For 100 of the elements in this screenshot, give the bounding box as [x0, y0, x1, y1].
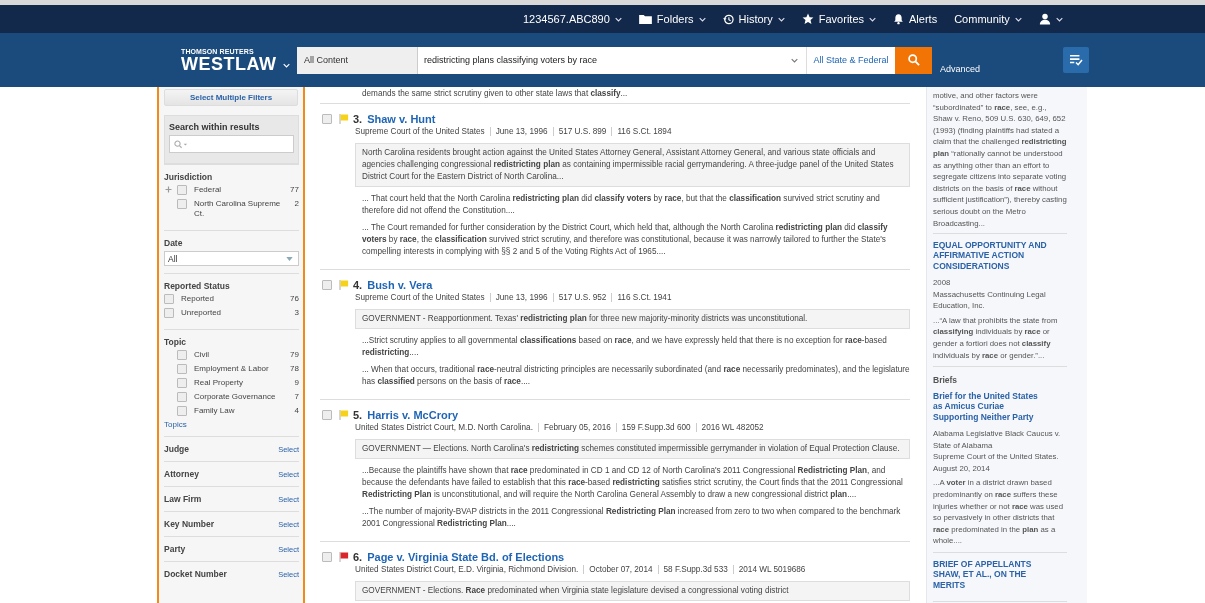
filter-option[interactable]: Reported — [181, 294, 287, 304]
select-multiple-filters-button[interactable]: Select Multiple Filters — [164, 89, 298, 106]
advanced-search-link[interactable]: Advanced — [940, 64, 981, 74]
search-within-field[interactable] — [169, 135, 294, 153]
result-count: 2 — [294, 199, 299, 209]
citation-detail: United States District Court, M.D. North Carolina. — [355, 423, 533, 432]
checklist-button[interactable] — [1063, 47, 1090, 73]
citation-detail: 58 F.Supp.3d 533 — [657, 565, 728, 574]
filter-option[interactable]: Civil — [194, 350, 287, 360]
facet-title: Docket Number — [164, 569, 227, 579]
dropdown-arrow-icon — [286, 256, 293, 261]
result-summary: North Carolina residents brought action against the United States Attorney General, Assistant Attorney General, and various state officials and agencies challenging congressional redistricting plan as containing impermissible racial gerrymandering. A three-judge panel of the United States District Court for the Eastern District of North Carolina... — [355, 143, 910, 187]
citation-detail: 2016 WL 482052 — [695, 423, 764, 432]
nav-menu[interactable]: Community — [954, 13, 1022, 25]
result-snippet: ... When that occurs, traditional race-neutral districting principles are necessarily subordinated (and race necessarily predominates), and the legislature has classified persons on the basis of race.... — [362, 364, 910, 388]
result-snippet: ...Because the plaintiffs have shown that race predominated in CD 1 and CD 12 of North Carolina's 2011 Congressional Redistricting Plan, and because the defendants have failed to establish that this race-based redistricting satisfies strict scrutiny, the Court finds that the 2011 Congressional Redistricting Plan is unconstitutional, and will require the North Carolina General Assembly to draw a new congressional district plan.... — [362, 465, 904, 501]
result-snippet: ...The number of majority-BVAP districts in the 2011 Congressional Redistricting Plan increased from zero to two when compared to the benchmark 2001 Congressional Redistricting Plan.... — [362, 506, 902, 530]
checkbox[interactable] — [164, 294, 174, 304]
nav-menu[interactable]: History — [722, 13, 785, 25]
result-title-link[interactable]: Bush v. Vera — [367, 279, 433, 291]
folder-icon — [638, 14, 652, 24]
result-snippet: ... That court held that the North Carolina redistricting plan did classify voters by race, but that the classification survived strict scrutiny and therefore did not offend the Constitution.... — [362, 193, 881, 217]
result-count: 3 — [294, 308, 299, 318]
search-button[interactable] — [895, 46, 932, 74]
filter-option[interactable]: Federal — [194, 185, 287, 195]
citation-detail: 2014 WL 5019686 — [732, 565, 806, 574]
citation-detail: 517 U.S. 899 — [552, 127, 607, 136]
citation-detail: 517 U.S. 952 — [552, 293, 607, 302]
filter-option[interactable]: Employment & Labor — [194, 364, 287, 374]
filter-option[interactable]: Corporate Governance — [194, 392, 291, 402]
checkbox[interactable] — [177, 392, 187, 402]
result-title-link[interactable]: Page v. Virginia State Bd. of Elections — [367, 551, 565, 563]
search-icon — [907, 54, 920, 66]
facet-title: Judge — [164, 444, 190, 454]
checkbox[interactable] — [322, 280, 332, 290]
checkbox[interactable] — [322, 410, 332, 420]
result-title-link[interactable]: Harris v. McCrory — [367, 409, 459, 421]
result-snippet: demands the same strict scrutiny given to other state laws that classify... — [320, 88, 910, 104]
citation-detail: United States District Court, E.D. Virginia, Richmond Division. — [355, 565, 579, 574]
citation-detail: Supreme Court of the United States — [355, 127, 485, 136]
result-count: 78 — [290, 364, 299, 374]
facet-title: Attorney — [164, 469, 199, 479]
checkbox[interactable] — [177, 364, 187, 374]
checkbox[interactable] — [177, 406, 187, 416]
flag-icon[interactable] — [339, 552, 349, 562]
result-count: 79 — [290, 350, 299, 360]
checkbox[interactable] — [177, 378, 187, 388]
result-snippet: ... The Court remanded for further consideration by the District Court, which held that, although the North Carolina redistricting plan did classify voters by race, the classification survived strict scrutiny, and therefore was constitutional, because it was narrowly tailored to further the State's compelling interests in complying with §§ 2 and 5 of the Voting Rights Act of 1965.... — [362, 222, 889, 258]
document-title-link[interactable]: Brief for the United States as Amicus Curiae Supporting Neither Party — [933, 391, 1067, 423]
search-within-label: Search within results — [169, 122, 261, 132]
filter-option[interactable]: Family Law — [194, 406, 291, 416]
filter-option[interactable]: North Carolina Supreme Ct. — [194, 199, 291, 219]
result-count: 77 — [290, 185, 299, 195]
checkbox[interactable] — [164, 308, 174, 318]
facet-title: Date — [164, 238, 184, 248]
section-heading: Briefs — [933, 375, 958, 386]
nav-menu[interactable]: Favorites — [801, 13, 877, 25]
citation-detail: February 05, 2016 — [537, 423, 611, 432]
nav-menu[interactable]: Alerts — [893, 13, 938, 25]
user-icon — [1038, 13, 1051, 25]
result-summary: GOVERNMENT — Elections. North Carolina's redistricting schemes constituted impermissible gerrymander in violation of Equal Protection Clause. — [355, 439, 910, 459]
user-menu[interactable] — [1038, 13, 1063, 25]
result-title-link[interactable]: Shaw v. Hunt — [367, 113, 436, 125]
date-dropdown[interactable]: All — [164, 251, 299, 266]
nav-menu[interactable]: Folders — [638, 13, 706, 25]
result-count: 4 — [294, 406, 299, 416]
checkbox[interactable] — [322, 552, 332, 562]
bell-icon — [893, 13, 905, 25]
filter-option[interactable]: Real Property — [194, 378, 291, 388]
search-field[interactable]: redistricting plans classifying voters by race — [418, 46, 806, 74]
citation-detail: Supreme Court of the United States — [355, 293, 485, 302]
checkbox[interactable] — [322, 114, 332, 124]
checkbox[interactable] — [177, 350, 187, 360]
content-type-selector[interactable]: All Content — [297, 46, 418, 74]
topics-link[interactable]: Topics — [164, 420, 299, 429]
citation-detail: 116 S.Ct. 1941 — [611, 293, 672, 302]
citation-detail: October 07, 2014 — [583, 565, 653, 574]
facet-title: Topic — [164, 337, 188, 347]
facet-title: Jurisdiction — [164, 172, 214, 182]
document-title-link[interactable]: BRIEF OF APPELLANTS SHAW, ET AL., ON THE MERITS — [933, 559, 1067, 590]
facet-title: Key Number — [164, 519, 215, 529]
document-title-link[interactable]: EQUAL OPPORTUNITY AND AFFIRMATIVE ACTION CONSIDERATIONS — [933, 240, 1067, 271]
result-summary: GOVERNMENT - Elections. Race predominated when Virginia state legislature devised a congressional voting district — [355, 581, 910, 601]
filter-option[interactable]: Unreported — [181, 308, 291, 318]
result-count: 7 — [294, 392, 299, 402]
checkbox[interactable] — [177, 185, 187, 195]
result-count: 76 — [290, 294, 299, 304]
citation-detail: 159 F.Supp.3d 600 — [615, 423, 691, 432]
jurisdiction-selector[interactable]: All State & Federal — [806, 46, 895, 74]
result-summary: GOVERNMENT - Reapportionment. Texas' redistricting plan for three new majority-minority districts was unconstitutional. — [355, 309, 910, 329]
checkbox[interactable] — [177, 199, 187, 209]
result-number: 3. — [353, 113, 363, 125]
result-snippet: ...Strict scrutiny applies to all governmental classifications based on race, and we have expressly held that there is no exception for race-based redistricting.... — [362, 335, 888, 359]
facet-title: Law Firm — [164, 494, 202, 504]
facet-title: Party — [164, 544, 186, 554]
result-count: 9 — [294, 378, 299, 388]
expand-icon[interactable] — [165, 186, 172, 193]
nav-menu[interactable]: 1234567.ABC890 — [523, 13, 622, 25]
star-icon — [801, 13, 814, 25]
result-number: 6. — [353, 551, 363, 563]
